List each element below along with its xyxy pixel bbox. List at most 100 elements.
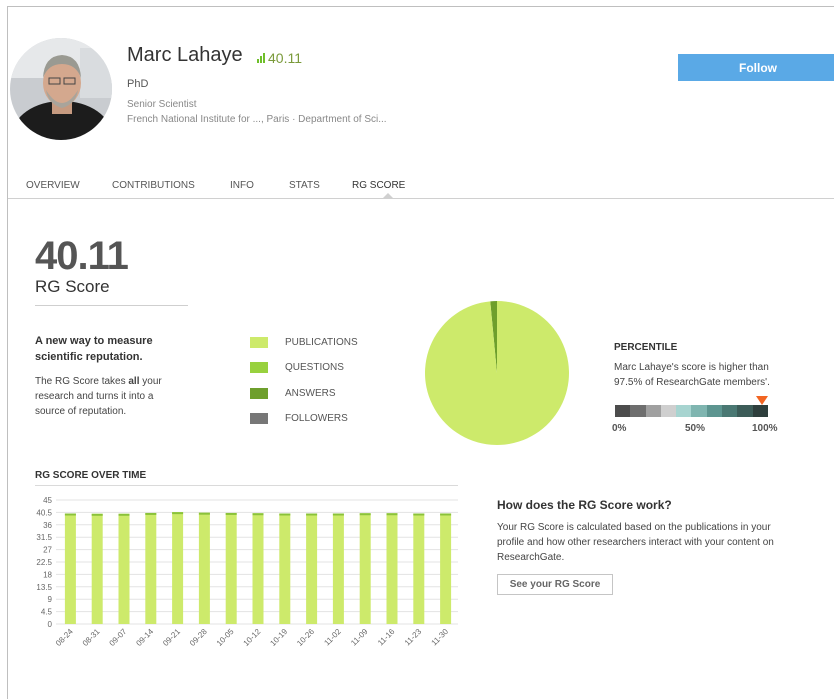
tab-rg-score[interactable]: RG SCORE bbox=[352, 180, 405, 191]
y-tick-label: 36 bbox=[43, 521, 52, 530]
legend-label: PUBLICATIONS bbox=[285, 337, 358, 348]
x-tick-label: 09-28 bbox=[188, 627, 209, 648]
legend-swatch bbox=[250, 388, 268, 399]
legend-label: ANSWERS bbox=[285, 388, 336, 399]
chart-bar bbox=[198, 512, 210, 624]
y-tick-label: 27 bbox=[43, 546, 52, 555]
percentile-segment bbox=[722, 405, 738, 417]
percentile-marker bbox=[756, 396, 768, 405]
profile-degree: PhD bbox=[127, 78, 149, 90]
tab-info[interactable]: INFO bbox=[230, 180, 254, 191]
follow-button[interactable]: Follow bbox=[678, 54, 834, 81]
chart-bar bbox=[386, 513, 398, 624]
rg-score-badge[interactable]: 40.11 bbox=[257, 50, 302, 66]
tab-overview[interactable]: OVERVIEW bbox=[26, 180, 80, 191]
chart-bar-cap bbox=[359, 513, 371, 516]
chart-bar bbox=[225, 512, 237, 624]
tab-stats[interactable]: STATS bbox=[289, 180, 320, 191]
legend-swatch bbox=[250, 413, 268, 424]
percentile-segment bbox=[706, 405, 723, 417]
x-tick-label: 11-23 bbox=[403, 627, 424, 648]
y-tick-label: 18 bbox=[43, 570, 52, 579]
chart-bar bbox=[279, 513, 291, 624]
rg-score-over-time-chart: 45 40.5 36 31.5 27 22.5 18 13.5 9 4.5 008-24 08-31 0… bbox=[36, 496, 458, 648]
chart-bar bbox=[118, 513, 130, 624]
x-tick-label: 09-21 bbox=[161, 627, 182, 648]
score-tagline: A new way to measure scientific reputati… bbox=[35, 335, 153, 363]
chart-bar bbox=[359, 513, 371, 624]
rg-score-badge-value: 40.11 bbox=[268, 50, 302, 66]
chart-bar bbox=[332, 513, 344, 624]
y-tick-label: 0 bbox=[48, 620, 53, 629]
percentile-description: Marc Lahaye's score is higher than 97.5%… bbox=[614, 362, 770, 388]
chart-bar bbox=[413, 513, 425, 624]
percentile-segment bbox=[660, 405, 677, 417]
percentile-segment bbox=[615, 405, 631, 417]
percentile-tick-0: 0% bbox=[612, 423, 627, 434]
percentile-title: PERCENTILE bbox=[614, 342, 678, 353]
chart-bar-cap bbox=[252, 513, 264, 516]
legend-item-publications: PUBLICATIONS bbox=[250, 337, 358, 348]
percentile-tick-50: 50% bbox=[685, 423, 706, 434]
percentile-segment bbox=[691, 405, 707, 417]
profile-avatar[interactable] bbox=[10, 38, 112, 140]
percentile-segment bbox=[676, 405, 692, 417]
chart-bar-cap bbox=[279, 513, 291, 516]
score-bars-icon bbox=[257, 53, 265, 63]
y-tick-label: 22.5 bbox=[36, 558, 52, 567]
legend-label: QUESTIONS bbox=[285, 362, 344, 373]
see-rg-score-button[interactable]: See your RG Score bbox=[497, 574, 613, 595]
x-tick-label: 10-12 bbox=[242, 627, 263, 648]
active-tab-indicator bbox=[383, 193, 393, 198]
legend-item-followers: FOLLOWERS bbox=[250, 413, 348, 424]
y-tick-label: 40.5 bbox=[36, 508, 52, 517]
chart-title: RG SCORE OVER TIME bbox=[35, 470, 147, 481]
chart-bar-cap bbox=[64, 513, 76, 516]
chart-bar-cap bbox=[198, 512, 210, 515]
how-it-works-description: Your RG Score is calculated based on the… bbox=[497, 522, 774, 563]
x-tick-label: 11-30 bbox=[430, 627, 451, 648]
pie-slice-publications bbox=[425, 301, 569, 445]
x-tick-label: 09-14 bbox=[134, 627, 155, 648]
profile-institution[interactable]: French National Institute for ..., Paris… bbox=[127, 114, 387, 125]
score-divider bbox=[35, 305, 188, 306]
legend-item-questions: QUESTIONS bbox=[250, 362, 344, 373]
rg-score-label: RG Score bbox=[35, 277, 110, 296]
chart-bar-cap bbox=[91, 513, 103, 516]
profile-tabs: OVERVIEW CONTRIBUTIONS INFO STATS RG SCO… bbox=[8, 178, 834, 199]
y-tick-label: 31.5 bbox=[36, 533, 52, 542]
chart-bar bbox=[440, 513, 452, 624]
percentile-segment bbox=[737, 405, 753, 417]
percentile-segment bbox=[630, 405, 646, 417]
x-tick-label: 11-09 bbox=[349, 627, 370, 648]
chart-bar-cap bbox=[172, 512, 184, 515]
chart-bar bbox=[91, 513, 103, 624]
legend-swatch bbox=[250, 337, 268, 348]
legend-item-answers: ANSWERS bbox=[250, 388, 336, 399]
x-tick-label: 10-05 bbox=[215, 627, 236, 648]
profile-position: Senior Scientist bbox=[127, 99, 197, 110]
x-tick-label: 11-02 bbox=[322, 627, 343, 648]
percentile-segment bbox=[645, 405, 661, 417]
chart-bar-cap bbox=[118, 513, 130, 516]
chart-divider bbox=[35, 485, 458, 486]
chart-bar bbox=[145, 512, 157, 624]
chart-bar-cap bbox=[332, 513, 344, 516]
y-tick-label: 9 bbox=[48, 595, 53, 604]
chart-bar-cap bbox=[413, 513, 425, 516]
chart-bar bbox=[252, 513, 264, 624]
y-tick-label: 13.5 bbox=[36, 583, 52, 592]
chart-bar-cap bbox=[145, 512, 157, 515]
y-tick-label: 4.5 bbox=[41, 608, 53, 617]
tab-contributions[interactable]: CONTRIBUTIONS bbox=[112, 180, 195, 191]
chart-bar bbox=[306, 513, 318, 624]
chart-bar-cap bbox=[386, 513, 398, 516]
profile-name[interactable]: Marc Lahaye bbox=[127, 44, 243, 67]
percentile-tick-100: 100% bbox=[752, 423, 778, 434]
percentile-scale bbox=[615, 405, 768, 417]
percentile-segment bbox=[752, 405, 768, 417]
legend-label: FOLLOWERS bbox=[285, 413, 348, 424]
x-tick-label: 08-24 bbox=[54, 627, 75, 648]
chart-bar bbox=[172, 512, 184, 624]
chart-bar bbox=[64, 513, 76, 624]
